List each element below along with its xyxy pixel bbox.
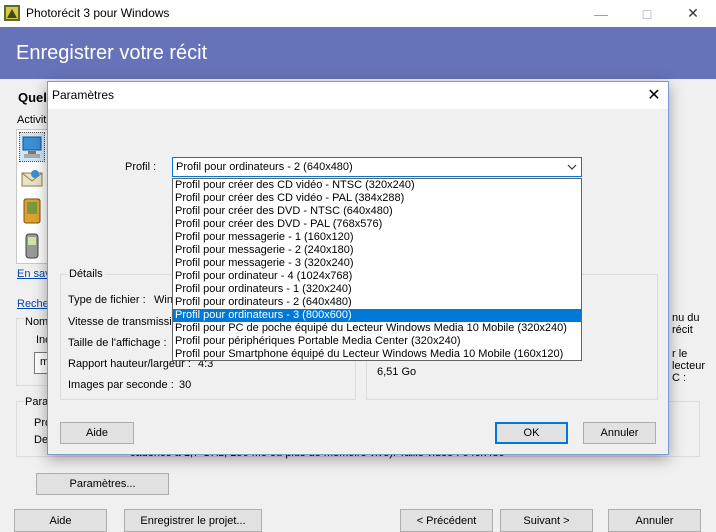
profile-option[interactable]: Profil pour ordinateurs - 1 (320x240) [173, 283, 581, 296]
main-titlebar: Photorécit 3 pour Windows — □ ✕ [0, 0, 716, 27]
fps-value: 30 [179, 379, 192, 391]
chevron-down-icon[interactable] [567, 163, 577, 171]
app-title: Photorécit 3 pour Windows [26, 6, 170, 20]
app-logo-icon [4, 5, 20, 21]
profile-option[interactable]: Profil pour messagerie - 3 (320x240) [173, 257, 581, 270]
profile-select[interactable]: Profil pour ordinateurs - 2 (640x480) [172, 157, 582, 177]
dialog-close-icon[interactable]: ✕ [644, 85, 664, 105]
smartphone-icon[interactable] [23, 233, 41, 262]
computer-icon[interactable] [19, 132, 45, 162]
profile-option[interactable]: Profil pour périphériques Portable Media… [173, 335, 581, 348]
activity-label: Activit [17, 114, 47, 126]
pocket-pc-icon[interactable] [22, 198, 42, 227]
bitrate-label: Vitesse de transmissio [68, 316, 178, 328]
profile-option[interactable]: Profil pour ordinateur - 4 (1024x768) [173, 270, 581, 283]
minimize-icon[interactable]: — [578, 0, 624, 27]
dialog-titlebar: Paramètres ✕ [48, 82, 668, 109]
description-label: De [34, 434, 49, 446]
disk-space-value: 6,51 Go [377, 366, 417, 378]
search-link[interactable]: Reche [17, 298, 49, 310]
section-heading: Quel [18, 90, 47, 105]
close-icon[interactable]: ✕ [670, 0, 716, 27]
maximize-icon[interactable]: □ [624, 0, 670, 27]
profile-option[interactable]: Profil pour créer des CD vidéo - NTSC (3… [173, 179, 581, 192]
details-groupbox-label: Détails [67, 268, 105, 280]
previous-button[interactable]: < Précédent [400, 509, 493, 532]
cancel-button[interactable]: Annuler [608, 509, 701, 532]
profile-option[interactable]: Profil pour créer des DVD - PAL (768x576… [173, 218, 581, 231]
params-groupbox-label: Para [24, 396, 50, 408]
save-link[interactable]: En sav [17, 268, 51, 280]
profile-option[interactable]: Profil pour PC de poche équipé du Lecteu… [173, 322, 581, 335]
settings-dialog: Paramètres ✕ Profil : Détails Type de fi… [47, 81, 669, 455]
dialog-ok-button[interactable]: OK [495, 422, 568, 444]
fps-label: Images par seconde : [68, 379, 174, 391]
dialog-cancel-button[interactable]: Annuler [583, 422, 656, 444]
right-partial-text-2: r le lecteur C : [672, 348, 706, 384]
profile-option[interactable]: Profil pour créer des DVD - NTSC (640x48… [173, 205, 581, 218]
next-button[interactable]: Suivant > [500, 509, 593, 532]
help-button[interactable]: Aide [14, 509, 107, 532]
profile-option[interactable]: Profil pour ordinateurs - 2 (640x480) [173, 296, 581, 309]
profile-label: Profil : [125, 161, 157, 173]
dialog-help-button[interactable]: Aide [60, 422, 134, 444]
right-partial-text-1: nu du récit [672, 312, 700, 336]
page-title: Enregistrer votre récit [16, 42, 208, 64]
profile-dropdown-list[interactable]: Profil pour créer des CD vidéo - NTSC (3… [172, 178, 582, 361]
dialog-title: Paramètres [52, 88, 115, 102]
file-type-label: Type de fichier : [68, 294, 146, 306]
parametres-button[interactable]: Paramètres... [36, 473, 169, 495]
email-icon[interactable] [21, 168, 43, 193]
profile-option[interactable]: Profil pour créer des CD vidéo - PAL (38… [173, 192, 581, 205]
activity-list[interactable] [16, 129, 48, 264]
name-groupbox-label: Nom [24, 316, 50, 328]
profile-option[interactable]: Profil pour messagerie - 1 (160x120) [173, 231, 581, 244]
save-project-button[interactable]: Enregistrer le projet... [124, 509, 262, 532]
profile-option[interactable]: Profil pour messagerie - 2 (240x180) [173, 244, 581, 257]
display-size-label: Taille de l'affichage : [68, 337, 167, 349]
profile-select-value: Profil pour ordinateurs - 2 (640x480) [176, 161, 353, 173]
profile-option[interactable]: Profil pour Smartphone équipé du Lecteur… [173, 348, 581, 361]
file-type-value: Win [154, 294, 173, 306]
profile-option[interactable]: Profil pour ordinateurs - 3 (800x600) [173, 309, 581, 322]
